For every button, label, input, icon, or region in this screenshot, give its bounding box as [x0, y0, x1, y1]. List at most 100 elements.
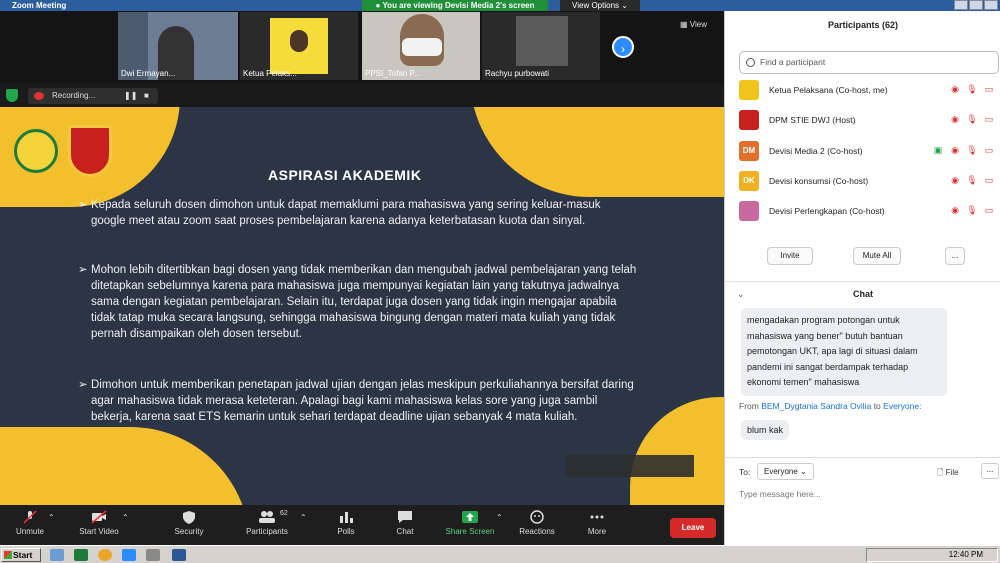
- participant-name: DPM STIE DWJ (Host): [769, 115, 856, 125]
- participants-label: Participants: [246, 527, 288, 536]
- mute-all-button[interactable]: Mute All: [853, 247, 901, 265]
- view-button[interactable]: ▦ View: [680, 20, 707, 29]
- chat-more-button[interactable]: ...: [981, 463, 999, 479]
- video-thumbnail[interactable]: Dwi Ermayan...: [118, 12, 238, 80]
- panel-divider: [725, 281, 1000, 282]
- more-button[interactable]: More: [584, 510, 610, 536]
- participant-name: Devisi konsumsi (Co-host): [769, 176, 869, 186]
- leave-button[interactable]: Leave: [670, 518, 716, 538]
- invite-button[interactable]: Invite: [767, 247, 813, 265]
- zoom-icon[interactable]: [122, 549, 136, 561]
- share-screen-label: Share Screen: [445, 527, 495, 536]
- recipient-link[interactable]: Everyone:: [883, 401, 921, 411]
- recording-icon: ◉: [951, 114, 959, 124]
- clock: 12:40 PM: [948, 550, 983, 559]
- chat-icon: [398, 511, 412, 523]
- paragraph-text: Mohon lebih ditertibkan bagi dosen yang …: [91, 264, 637, 340]
- video-thumbnail[interactable]: PPSI_Tofan P...: [362, 12, 480, 80]
- record-icon: [34, 92, 44, 100]
- video-thumbnail[interactable]: Ketua Pelaks...: [240, 12, 358, 80]
- window-controls: [954, 0, 998, 10]
- microphone-muted-icon: [23, 510, 37, 524]
- side-panel: Participants (62) Find a participant Ket…: [724, 11, 1000, 545]
- participants-options-chevron[interactable]: ⌃: [300, 513, 307, 522]
- participants-button[interactable]: Participants 62: [242, 510, 292, 536]
- share-screen-icon: ▣: [933, 145, 943, 155]
- recording-icon: ◉: [951, 84, 959, 94]
- shield-icon[interactable]: [6, 89, 18, 102]
- video-muted-icon: [91, 510, 107, 524]
- sender-name-link[interactable]: BEM_Dygtania Sandra Ovilia: [761, 401, 871, 411]
- chat-title: Chat: [853, 289, 873, 299]
- avatar: [739, 80, 759, 100]
- stop-icon[interactable]: ■: [144, 88, 149, 104]
- arrow-bullet-icon: ➢: [78, 264, 88, 276]
- next-page-button[interactable]: ›: [612, 36, 634, 58]
- maximize-button[interactable]: [969, 0, 983, 10]
- participant-row[interactable]: DM Devisi Media 2 (Co-host) ▣ ◉ 🎙 ▭: [739, 141, 1000, 163]
- profile-picture: [516, 16, 568, 66]
- recipient-select[interactable]: Everyone ⌄: [757, 463, 814, 480]
- video-muted-icon: ▭: [984, 114, 994, 124]
- participant-status-icons: ◉ 🎙 ▭: [949, 175, 995, 186]
- unmute-button[interactable]: Unmute: [12, 510, 48, 536]
- microphone-muted-icon: 🎙: [966, 84, 978, 94]
- person-face: [290, 30, 308, 52]
- reactions-label: Reactions: [519, 527, 555, 536]
- start-video-button[interactable]: Start Video: [76, 510, 122, 536]
- paragraph-text: Dimohon untuk memberikan penetapan jadwa…: [91, 379, 634, 423]
- microphone-muted-icon: 🎙: [966, 175, 978, 185]
- participant-row[interactable]: Devisi Perlengkapan (Co-host) ◉ 🎙 ▭: [739, 201, 1000, 223]
- emoji-icon: [530, 510, 544, 524]
- chat-button[interactable]: Chat: [393, 510, 417, 536]
- share-banner: ● You are viewing Devisi Media 2's scree…: [362, 0, 548, 11]
- slide-decoration: [0, 427, 250, 505]
- close-button[interactable]: [984, 0, 998, 10]
- more-options-button[interactable]: ...: [945, 247, 965, 265]
- share-options-chevron[interactable]: ⌃: [496, 513, 503, 522]
- share-screen-button[interactable]: Share Screen: [444, 510, 496, 536]
- start-video-label: Start Video: [79, 527, 119, 536]
- participant-row[interactable]: DPM STIE DWJ (Host) ◉ 🎙 ▭: [739, 110, 1000, 132]
- file-button[interactable]: 🗋 File: [937, 467, 959, 481]
- participants-count: 62: [280, 510, 288, 517]
- security-label: Security: [174, 527, 204, 536]
- windows-taskbar: Start 12:40 PM: [0, 545, 1000, 563]
- microphone-muted-icon: 🎙: [966, 114, 978, 124]
- app-icon[interactable]: [146, 549, 160, 561]
- paragraph-text: Kepada seluruh dosen dimohon untuk dapat…: [91, 199, 601, 227]
- chrome-icon[interactable]: [98, 549, 112, 561]
- participant-name: Devisi Perlengkapan (Co-host): [769, 206, 885, 216]
- audio-options-chevron[interactable]: ⌃: [48, 513, 55, 522]
- quick-launch-icon[interactable]: [50, 549, 64, 561]
- polls-button[interactable]: Polls: [334, 510, 358, 536]
- chevron-up-icon: ⌃: [122, 513, 129, 522]
- start-button[interactable]: Start: [1, 548, 41, 562]
- recording-label: Recording...: [52, 91, 96, 100]
- chevron-right-icon: ›: [621, 42, 625, 56]
- participant-status-icons: ◉ 🎙 ▭: [949, 84, 995, 95]
- view-options-button[interactable]: View Options ⌄: [560, 0, 640, 11]
- slide-paragraph: ➢ Kepada seluruh dosen dimohon untuk dapa…: [78, 197, 638, 229]
- chat-message-input[interactable]: Type message here...: [739, 489, 821, 499]
- video-muted-icon: ▭: [984, 145, 994, 155]
- slide-decoration: [630, 397, 724, 505]
- security-button[interactable]: Security: [170, 510, 208, 536]
- chevron-up-icon: ⌃: [496, 513, 503, 522]
- video-thumbnail[interactable]: Rachyu purbowati: [482, 12, 600, 80]
- video-options-chevron[interactable]: ⌃: [122, 513, 129, 522]
- pause-icon[interactable]: ❚❚: [124, 88, 137, 104]
- arrow-bullet-icon: ➢: [78, 379, 88, 391]
- minimize-button[interactable]: [954, 0, 968, 10]
- participant-row[interactable]: DK Devisi konsumsi (Co-host) ◉ 🎙 ▭: [739, 171, 1000, 193]
- participant-search-input[interactable]: Find a participant: [739, 51, 999, 74]
- participant-row[interactable]: Ketua Pelaksana (Co-host, me) ◉ 🎙 ▭: [739, 80, 1000, 102]
- chat-message: mengadakan program potongan untuk mahasi…: [741, 308, 947, 396]
- avatar: DK: [739, 171, 759, 191]
- view-button-label: View: [689, 20, 707, 29]
- word-icon[interactable]: [172, 549, 186, 561]
- search-icon: [746, 58, 755, 67]
- recording-icon: ◉: [951, 175, 959, 185]
- excel-icon[interactable]: [74, 549, 88, 561]
- reactions-button[interactable]: Reactions: [516, 510, 558, 536]
